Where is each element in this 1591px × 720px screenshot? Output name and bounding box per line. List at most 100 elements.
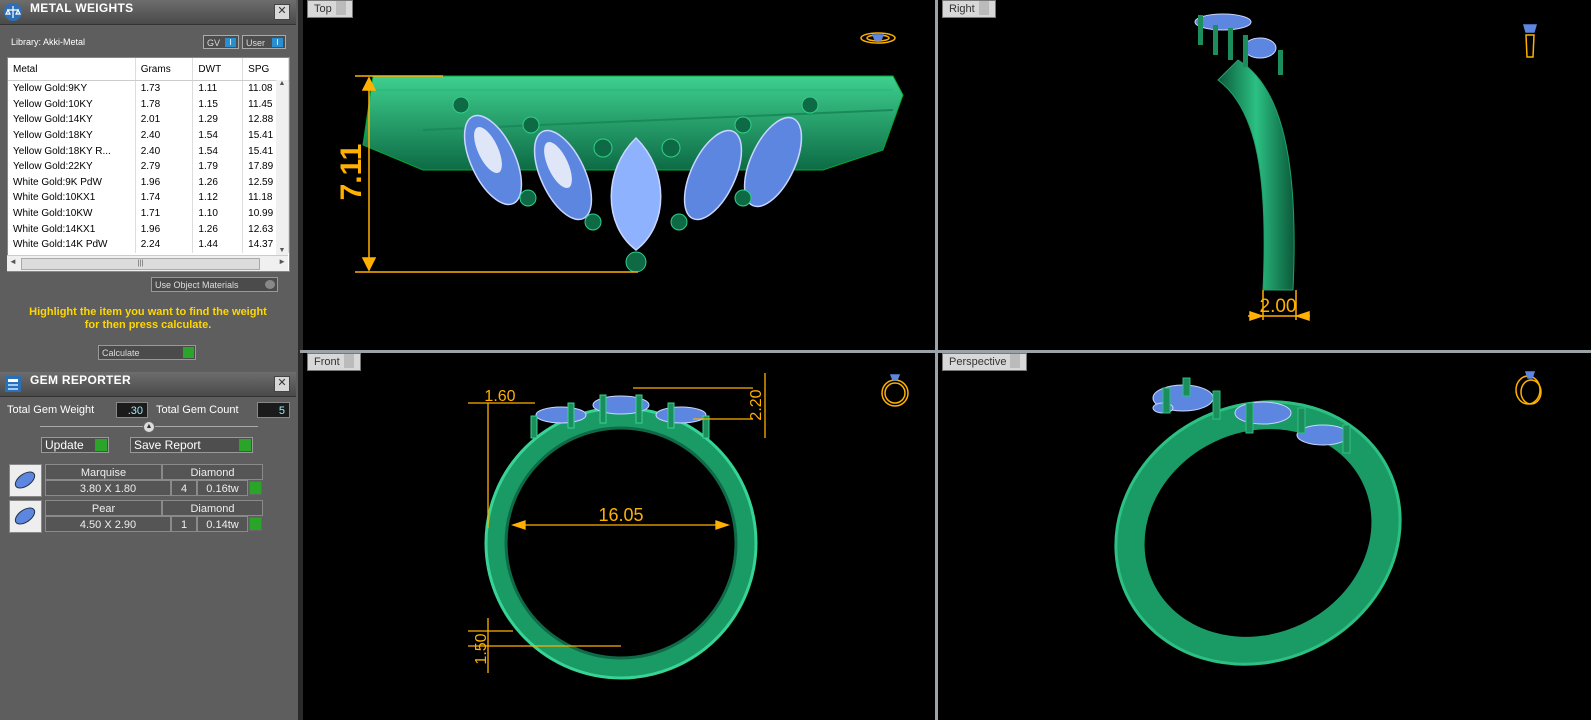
hint-line-2: for then press calculate. [84, 319, 212, 331]
table-row[interactable]: Yellow Gold:10KY 1.78 1.15 11.45 [8, 96, 289, 113]
table-row[interactable]: White Gold:10KX1 1.74 1.12 11.18 [8, 190, 289, 206]
metal-name: White Gold:10KX1 [8, 190, 136, 206]
metal-name: White Gold:9K PdW [8, 174, 136, 191]
gem-select-icon[interactable] [249, 517, 262, 531]
gem-select-icon[interactable] [249, 481, 262, 495]
metal-name: Yellow Gold:22KY [8, 158, 136, 175]
close-metal-panel-button[interactable]: ✕ [274, 4, 290, 20]
table-row[interactable]: White Gold:10KW 1.71 1.10 10.99 [8, 205, 289, 222]
radio-icon [265, 280, 275, 289]
scroll-thumb[interactable]: ||| [21, 258, 260, 270]
metal-name: Yellow Gold:9KY [8, 80, 136, 97]
total-gem-count-value: 5 [257, 402, 290, 418]
dwt-value: 1.44 [192, 236, 244, 253]
viewport-top[interactable]: Top 7.11 [303, 0, 935, 350]
ring-front-orientation-icon [881, 374, 909, 407]
metal-name: White Gold:10KW [8, 205, 136, 222]
gem-weight: 0.14tw [197, 516, 248, 532]
table-row[interactable]: Yellow Gold:9KY 1.73 1.11 11.08 [8, 80, 289, 97]
gem-count: 4 [171, 480, 197, 496]
table-horizontal-scrollbar[interactable]: ◄ ||| ► [7, 255, 288, 271]
right-view-drawing: 2.00 [1194, 13, 1537, 322]
gem-thumbnail-icon [9, 500, 42, 533]
col-metal[interactable]: Metal [8, 58, 136, 81]
metal-weights-table: Metal Grams DWT SPG Yellow Gold:9KY 1.73 1… [8, 58, 289, 253]
grams-value: 1.73 [135, 80, 194, 97]
gem-weight: 0.16tw [197, 480, 248, 496]
play-icon [239, 439, 251, 451]
gem-item[interactable]: Pear Diamond 4.50 X 2.90 1 0.14tw [9, 500, 263, 533]
table-row[interactable]: Yellow Gold:14KY 2.01 1.29 12.88 [8, 112, 289, 128]
dwt-value: 1.12 [192, 190, 244, 206]
front-view-drawing: 1.60 2.20 16.05 1.50 [468, 373, 909, 680]
grams-value: 1.96 [135, 174, 194, 191]
grams-value: 2.40 [135, 127, 194, 144]
viewport-divider-vertical[interactable] [935, 0, 938, 720]
table-vertical-scrollbar[interactable]: ▲ ▼ [276, 80, 288, 255]
use-object-materials-button[interactable]: Use Object Materials [151, 277, 278, 292]
dwt-value: 1.29 [192, 112, 244, 128]
gem-size: 4.50 X 2.90 [45, 516, 171, 532]
update-button[interactable]: Update [41, 437, 109, 453]
col-dwt[interactable]: DWT [192, 58, 244, 81]
gem-reporter-title: GEM REPORTER [30, 373, 131, 387]
table-row[interactable]: Yellow Gold:22KY 2.79 1.79 17.89 [8, 158, 289, 175]
grams-value: 2.40 [135, 143, 194, 159]
front-dim-head-height: 2.20 [748, 389, 765, 420]
dwt-value: 1.11 [192, 80, 244, 97]
grams-value: 2.01 [135, 112, 194, 128]
gem-reporter-header: GEM REPORTER ✕ [0, 372, 296, 397]
gem-item[interactable]: Marquise Diamond 3.80 X 1.80 4 0.16tw [9, 464, 263, 497]
total-gem-weight-label: Total Gem Weight [7, 404, 95, 416]
use-object-materials-label: Use Object Materials [155, 280, 239, 290]
ring-orientation-icon [860, 32, 896, 44]
gem-material: Diamond [162, 464, 263, 480]
scroll-up-icon[interactable]: ▲ [277, 80, 287, 88]
metal-name: White Gold:14KX1 [8, 221, 136, 237]
user-toggle[interactable]: User I [242, 35, 286, 49]
gem-shape: Pear [45, 500, 162, 516]
right-dim-width: 2.00 [1260, 296, 1297, 317]
grams-value: 1.78 [135, 96, 194, 113]
scroll-down-icon[interactable]: ▼ [277, 247, 287, 255]
save-report-button[interactable]: Save Report [130, 437, 253, 453]
hint-line-1: Highlight the item you want to find the … [29, 306, 267, 318]
total-gem-weight-value: .30 [116, 402, 148, 418]
collapse-icon[interactable]: ▲ [143, 421, 155, 433]
grams-value: 1.74 [135, 190, 194, 206]
grams-value: 1.96 [135, 221, 194, 237]
front-dim-thickness: 1.50 [473, 633, 490, 664]
calculate-button[interactable]: Calculate [98, 345, 196, 360]
scroll-right-icon[interactable]: ► [278, 257, 286, 266]
top-dim-height: 7.11 [335, 144, 368, 201]
metal-name: White Gold:14K PdW [8, 236, 136, 253]
table-row[interactable]: Yellow Gold:18KY 2.40 1.54 15.41 [8, 127, 289, 144]
table-row[interactable]: White Gold:14K PdW 2.24 1.44 14.37 [8, 236, 289, 253]
dwt-value: 1.54 [192, 143, 244, 159]
gem-material: Diamond [162, 500, 263, 516]
viewport-divider-horizontal[interactable] [300, 350, 1591, 353]
ring-side-orientation-icon [1523, 24, 1537, 58]
dwt-value: 1.15 [192, 96, 244, 113]
metal-weights-header: METAL WEIGHTS ✕ [0, 0, 296, 25]
table-row[interactable]: White Gold:14KX1 1.96 1.26 12.63 [8, 221, 289, 237]
total-gem-count-label: Total Gem Count [156, 404, 239, 416]
viewport-right[interactable]: Right 2.00 [938, 0, 1591, 350]
perspective-view-drawing [1114, 371, 1542, 666]
table-row[interactable]: Yellow Gold:18KY R... 2.40 1.54 15.41 [8, 143, 289, 159]
dwt-value: 1.26 [192, 174, 244, 191]
gem-report-icon [5, 376, 21, 392]
viewport-perspective[interactable]: Perspective [938, 353, 1591, 720]
gem-size: 3.80 X 1.80 [45, 480, 171, 496]
table-row[interactable]: White Gold:9K PdW 1.96 1.26 12.59 [8, 174, 289, 191]
gem-shape: Marquise [45, 464, 162, 480]
metal-name: Yellow Gold:18KY [8, 127, 136, 144]
scroll-left-icon[interactable]: ◄ [9, 257, 17, 266]
col-grams[interactable]: Grams [135, 58, 194, 81]
calculate-hint: Highlight the item you want to find the … [0, 306, 296, 332]
metal-table[interactable]: Metal Grams DWT SPG Yellow Gold:9KY 1.73 1… [7, 57, 290, 272]
col-spg[interactable]: SPG [242, 58, 289, 81]
close-gem-panel-button[interactable]: ✕ [274, 376, 290, 392]
viewport-front[interactable]: Front 1.60 2.20 16.05 1.50 [303, 353, 935, 720]
gv-toggle[interactable]: GV I [203, 35, 239, 49]
